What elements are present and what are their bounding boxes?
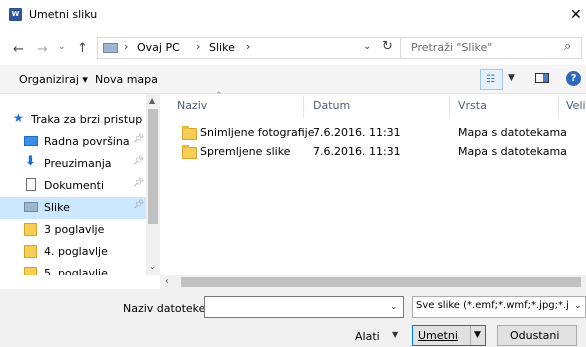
tools-button[interactable]: Alati bbox=[355, 330, 380, 343]
breadcrumb-separator-icon[interactable]: › bbox=[124, 40, 128, 53]
column-divider[interactable] bbox=[303, 96, 304, 118]
breadcrumb-pictures[interactable]: Slike bbox=[209, 41, 235, 54]
nav-item-folder[interactable]: 3 poglavlje bbox=[0, 219, 146, 241]
insert-dropdown-icon[interactable]: ▼ bbox=[474, 330, 481, 340]
forward-arrow-icon[interactable]: → bbox=[37, 42, 48, 57]
filename-input[interactable] bbox=[204, 296, 404, 318]
file-name: Spremljene slike bbox=[200, 145, 291, 158]
nav-item-pictures[interactable]: Slike 📌︎ bbox=[0, 197, 146, 219]
nav-item-folder[interactable]: 5. poglavlje bbox=[0, 263, 146, 275]
recent-locations-chevron-icon[interactable]: ⌄ bbox=[58, 42, 66, 52]
file-type: Mapa s datotekama bbox=[458, 126, 567, 139]
column-header-date[interactable]: Datum bbox=[313, 99, 350, 112]
file-type: Mapa s datotekama bbox=[458, 145, 567, 158]
search-placeholder: Pretraži "Slike" bbox=[411, 41, 493, 54]
filetype-value: Sve slike (*.emf;*.wmf;*.jpg;*.jp bbox=[416, 300, 568, 311]
search-icon[interactable]: ⌕ bbox=[564, 39, 571, 54]
folder-icon bbox=[182, 145, 197, 159]
pin-icon: 📌︎ bbox=[133, 134, 145, 144]
pin-icon: 📌︎ bbox=[133, 178, 145, 188]
column-divider[interactable] bbox=[449, 96, 450, 118]
file-list bbox=[160, 94, 586, 275]
new-folder-button[interactable]: Nova mapa bbox=[95, 73, 158, 86]
breadcrumb-this-pc[interactable]: Ovaj PC bbox=[137, 41, 180, 54]
column-header-size[interactable]: Veli bbox=[566, 99, 586, 112]
navigation-pane: ★ Traka za brzi pristup Radna površina 📌… bbox=[0, 94, 160, 275]
help-icon[interactable]: ? bbox=[566, 71, 581, 86]
nav-item-downloads[interactable]: ⬇ Preuzimanja 📌︎ bbox=[0, 153, 146, 175]
nav-item-label: 4. poglavlje bbox=[44, 245, 108, 258]
nav-item-quick-access[interactable]: ★ Traka za brzi pristup bbox=[0, 109, 146, 131]
nav-item-documents[interactable]: Dokumenti 📌︎ bbox=[0, 175, 146, 197]
window-title: Umetni sliku bbox=[29, 8, 98, 21]
address-dropdown-icon[interactable]: ⌄ bbox=[363, 41, 371, 52]
column-divider[interactable] bbox=[558, 96, 559, 118]
desktop-icon bbox=[24, 136, 38, 146]
pictures-icon bbox=[24, 202, 38, 212]
folder-icon bbox=[182, 126, 197, 140]
tools-dropdown-icon[interactable]: ▼ bbox=[392, 330, 398, 339]
file-date: 7.6.2016. 11:31 bbox=[313, 126, 401, 139]
download-icon: ⬇ bbox=[25, 154, 36, 169]
file-date: 7.6.2016. 11:31 bbox=[313, 145, 401, 158]
view-dropdown-icon[interactable]: ▼ bbox=[508, 73, 515, 83]
sort-ascending-icon: ⌃ bbox=[215, 91, 223, 101]
nav-item-label: Slike bbox=[44, 201, 70, 214]
nav-scroll-thumb[interactable] bbox=[148, 109, 158, 224]
breadcrumb-separator-icon[interactable]: › bbox=[196, 40, 200, 53]
folder-icon bbox=[24, 267, 37, 275]
file-name: Snimljene fotografije bbox=[200, 126, 315, 139]
file-row[interactable]: Snimljene fotografije 7.6.2016. 11:31 Ma… bbox=[175, 124, 586, 143]
preview-pane-icon-fill[interactable] bbox=[543, 74, 548, 82]
filename-label: Naziv datoteke: bbox=[123, 302, 210, 315]
column-header-name[interactable]: Naziv bbox=[177, 99, 207, 112]
back-arrow-icon[interactable]: ← bbox=[13, 42, 24, 57]
scroll-left-arrow-icon[interactable]: ‹ bbox=[165, 276, 169, 287]
scroll-down-arrow-icon[interactable]: ⌄ bbox=[149, 262, 156, 271]
insert-button-label[interactable]: Umetni bbox=[418, 329, 458, 342]
cancel-button-label[interactable]: Odustani bbox=[510, 329, 559, 342]
pictures-location-icon bbox=[103, 43, 118, 53]
nav-item-label: Radna površina bbox=[44, 135, 130, 148]
folder-icon bbox=[24, 245, 37, 258]
nav-item-label: Preuzimanja bbox=[44, 157, 112, 170]
nav-item-label: 3 poglavlje bbox=[44, 223, 105, 236]
word-app-icon: W bbox=[9, 8, 22, 21]
documents-icon bbox=[26, 178, 36, 191]
horizontal-scroll-thumb[interactable] bbox=[181, 277, 581, 287]
nav-item-label: Dokumenti bbox=[44, 179, 105, 192]
filetype-dropdown-icon[interactable]: ⌄ bbox=[574, 301, 582, 311]
nav-item-desktop[interactable]: Radna površina 📌︎ bbox=[0, 131, 146, 153]
scroll-up-arrow-icon[interactable]: ▲ bbox=[149, 96, 155, 105]
organize-button[interactable]: Organiziraj ▾ bbox=[19, 73, 88, 86]
breadcrumb-separator-icon[interactable]: › bbox=[246, 40, 250, 53]
details-view-icon[interactable]: ☷ bbox=[486, 74, 495, 85]
pin-icon: 📌︎ bbox=[133, 156, 145, 166]
file-row[interactable]: Spremljene slike 7.6.2016. 11:31 Mapa s … bbox=[175, 143, 586, 162]
filename-dropdown-icon[interactable]: ⌄ bbox=[390, 302, 398, 312]
close-button[interactable]: ✕ bbox=[570, 6, 586, 24]
folder-icon bbox=[24, 223, 37, 236]
column-header-type[interactable]: Vrsta bbox=[458, 99, 487, 112]
pin-icon: 📌︎ bbox=[133, 200, 145, 210]
nav-item-folder[interactable]: 4. poglavlje bbox=[0, 241, 146, 263]
nav-item-label: Traka za brzi pristup bbox=[31, 113, 143, 126]
up-arrow-icon[interactable]: ↑ bbox=[77, 41, 88, 56]
nav-item-label: 5. poglavlje bbox=[44, 267, 108, 275]
refresh-icon[interactable]: ↻ bbox=[382, 39, 393, 54]
star-icon: ★ bbox=[13, 111, 24, 125]
